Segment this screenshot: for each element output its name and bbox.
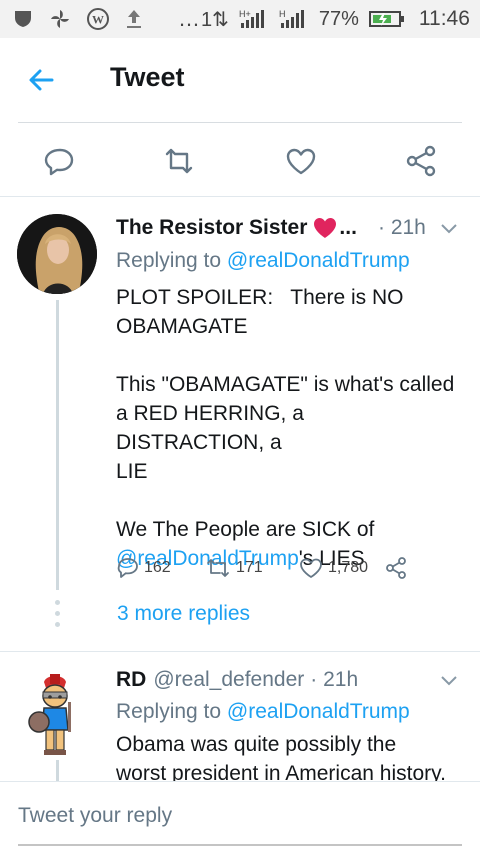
name-ellipsis: ... — [339, 216, 357, 239]
input-underline — [18, 844, 462, 846]
like-count: 1,780 — [328, 559, 369, 576]
tweet-author[interactable]: RD @real_defender · 21h — [116, 668, 358, 692]
more-notifications-indicator: … — [178, 6, 201, 31]
replying-to: Replying to @realDonaldTrump — [116, 249, 410, 272]
retweet-icon[interactable] — [162, 144, 196, 178]
tweet-time: · 21h — [310, 668, 359, 691]
network-type-label-2: H — [279, 9, 286, 19]
reply-input[interactable]: Tweet your reply — [18, 804, 172, 828]
tweet-stats: 162 171 1,780 — [116, 556, 456, 586]
status-bar: W … 1⇅ H+ H 77% 11:46 — [0, 0, 480, 38]
wordpress-icon: W — [86, 7, 110, 31]
like-stat[interactable]: 1,780 — [298, 556, 368, 580]
thread-more-dots — [55, 600, 60, 628]
like-icon[interactable] — [284, 144, 318, 178]
divider — [0, 651, 480, 652]
reply-composer: Tweet your reply — [0, 781, 480, 854]
author-name: RD — [116, 668, 147, 691]
thread-line — [56, 300, 59, 590]
share-icon[interactable] — [404, 144, 438, 178]
retweet-icon — [204, 556, 232, 580]
top-app-bar: Tweet — [0, 38, 480, 122]
battery-percent: 77% — [318, 7, 359, 30]
reply-icon — [116, 556, 140, 580]
replying-to: Replying to @realDonaldTrump — [116, 700, 410, 723]
like-icon — [298, 556, 324, 580]
network-type-label: H+ — [239, 9, 251, 19]
reply-count: 162 — [144, 559, 171, 576]
signal-icon-2: H — [279, 8, 309, 30]
battery-icon — [368, 9, 405, 29]
reply-icon[interactable] — [43, 144, 77, 178]
tweet-time: · 21h — [378, 216, 426, 239]
share-icon[interactable] — [384, 556, 408, 580]
retweet-count: 171 — [236, 559, 263, 576]
clock: 11:46 — [418, 7, 470, 30]
data-activity-indicator: 1⇅ — [201, 8, 229, 31]
signal-icon: H+ — [239, 8, 269, 30]
shield-icon — [12, 8, 34, 30]
header-divider — [18, 122, 462, 123]
reply-stat[interactable]: 162 — [116, 556, 171, 580]
page-title: Tweet — [110, 62, 185, 92]
avatar[interactable] — [26, 672, 84, 758]
tweet-author[interactable]: The Resistor Sister ... — [116, 216, 357, 240]
main-tweet-actions — [0, 136, 480, 188]
tweet-text: PLOT SPOILER: There is NO OBAMAGATE This… — [116, 286, 455, 570]
tweet-text: Obama was quite possibly the worst presi… — [116, 733, 446, 785]
author-name: The Resistor Sister — [116, 216, 308, 239]
back-arrow-icon[interactable] — [26, 65, 56, 95]
svg-text:W: W — [92, 13, 104, 27]
chevron-down-icon[interactable] — [440, 222, 458, 234]
mention-link[interactable]: @realDonaldTrump — [227, 249, 410, 272]
pinwheel-icon — [48, 7, 72, 31]
chevron-down-icon[interactable] — [440, 674, 458, 686]
avatar[interactable] — [17, 214, 97, 294]
more-replies-link[interactable]: 3 more replies — [117, 602, 250, 626]
mention-link[interactable]: @realDonaldTrump — [227, 700, 410, 723]
author-handle: @real_defender — [153, 668, 305, 691]
upload-icon — [124, 8, 144, 30]
heart-emoji — [313, 217, 337, 239]
retweet-stat[interactable]: 171 — [204, 556, 263, 580]
divider — [0, 196, 480, 197]
